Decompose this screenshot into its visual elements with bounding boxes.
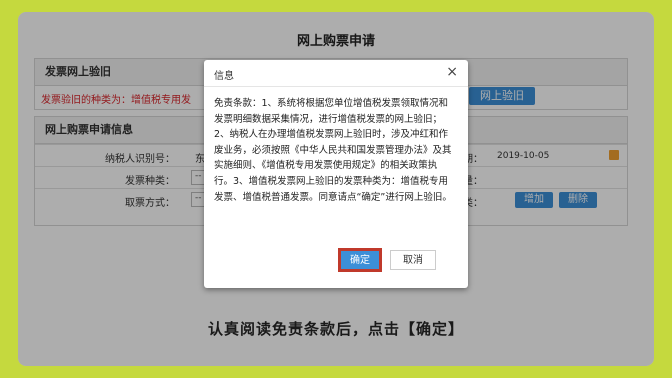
close-icon[interactable]: × [446, 64, 458, 80]
info-dialog: 信息 × 免责条款：1、系统将根据您单位增值税发票领取情况和发票明细数据采集情况… [204, 60, 468, 288]
dialog-title: 信息 [214, 71, 234, 82]
screenshot-stage: 网上购票申请 发票网上验旧 发票验旧的种类为：增值税专用发 网上验旧 网上购票申… [18, 12, 654, 366]
dialog-header: 信息 × [204, 60, 468, 87]
disclaimer-text: 免责条款：1、系统将根据您单位增值税发票领取情况和发票明细数据采集情况，进行增值… [214, 98, 452, 203]
instruction-caption: 认真阅读免责条款后，点击【确定】 [207, 320, 464, 338]
cancel-button[interactable]: 取消 [390, 250, 436, 270]
confirm-button[interactable]: 确定 [338, 248, 382, 272]
